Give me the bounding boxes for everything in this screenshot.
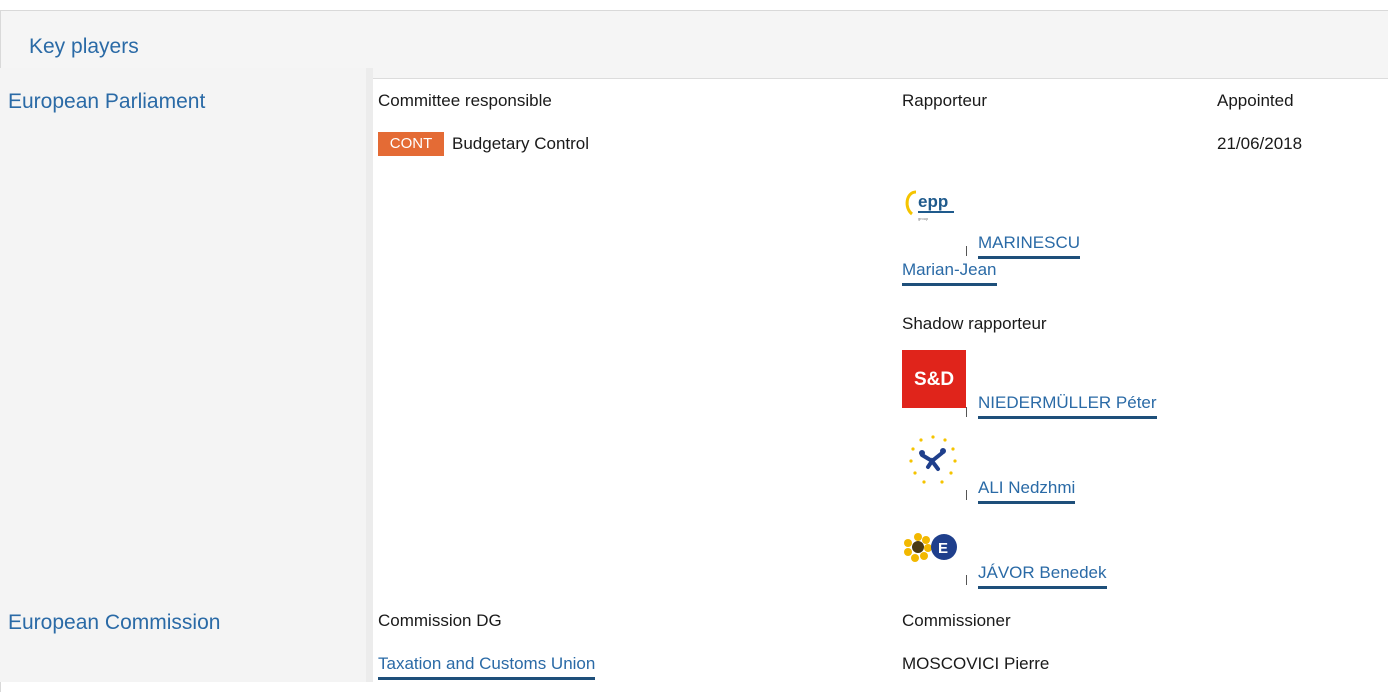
sd-logo: S&D <box>902 350 966 408</box>
shadow-rapporteur-label: Shadow rapporteur <box>902 314 1047 333</box>
col-header-committee: Committee responsible <box>378 91 552 110</box>
col-header-rapporteur: Rapporteur <box>902 91 988 110</box>
epp-logo: epp group <box>902 188 966 230</box>
epp-logo-graphic: epp group <box>905 190 954 221</box>
col-header-commissioner: Commissioner <box>902 611 1011 630</box>
alde-logo <box>902 433 964 489</box>
greens-efa-logo-graphic: E <box>904 533 957 562</box>
shadow-link-ali[interactable]: ALI Nedzhmi <box>978 478 1076 504</box>
alde-logo-graphic <box>909 435 957 484</box>
committee-badge: CONT <box>378 132 444 156</box>
svg-text:group: group <box>918 216 929 221</box>
logo-separator <box>966 575 967 585</box>
panel-title: Key players <box>29 35 139 58</box>
logo-separator <box>966 490 967 500</box>
shadow-link-javor[interactable]: JÁVOR Benedek <box>978 563 1107 589</box>
institution-parliament: European Parliament <box>8 90 206 113</box>
appointed-date: 21/06/2018 <box>1217 134 1303 153</box>
sd-logo-text: S&D <box>913 368 955 390</box>
rapporteur-link-line2[interactable]: Marian-Jean <box>902 260 997 286</box>
greens-efa-logo: E <box>902 531 966 569</box>
svg-text:epp: epp <box>918 192 948 211</box>
col-header-dg: Commission DG <box>378 611 502 630</box>
institution-column <box>0 68 373 682</box>
logo-separator <box>966 407 967 417</box>
logo-separator <box>966 246 967 256</box>
institution-commission: European Commission <box>8 611 221 634</box>
commissioner-name: MOSCOVICI Pierre <box>902 654 1050 673</box>
svg-text:E: E <box>938 540 948 557</box>
dg-link[interactable]: Taxation and Customs Union <box>378 654 596 680</box>
shadow-link-niedermuller[interactable]: NIEDERMÜLLER Péter <box>978 393 1157 419</box>
committee-name: Budgetary Control <box>452 134 590 153</box>
col-header-appointed: Appointed <box>1217 91 1294 110</box>
rapporteur-link-line1[interactable]: MARINESCU <box>978 233 1081 259</box>
